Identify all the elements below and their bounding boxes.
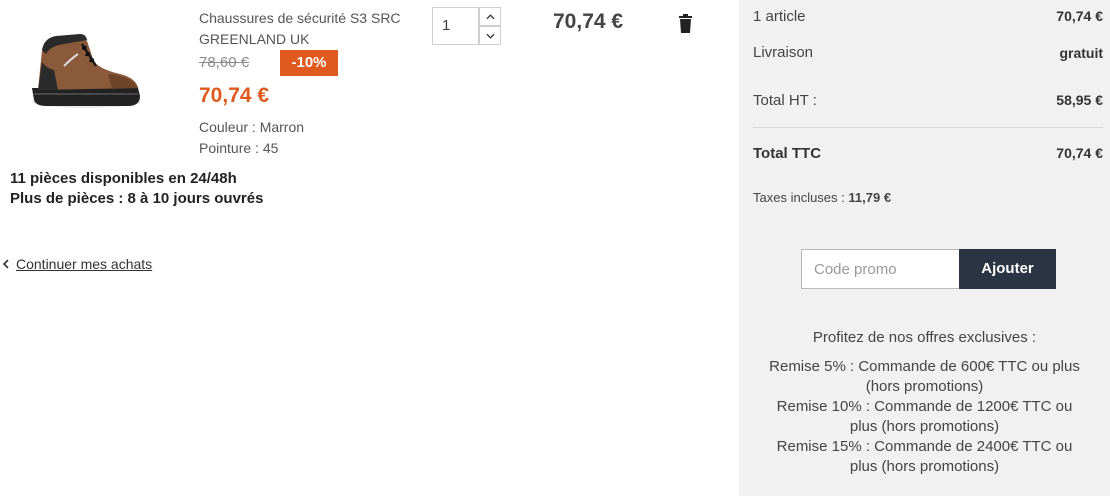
shipping-value: gratuit <box>1059 45 1103 61</box>
product-name[interactable]: Chaussures de sécurité S3 SRC GREENLAND … <box>199 8 419 50</box>
quantity-increase-button[interactable] <box>479 7 501 26</box>
add-promo-button[interactable]: Ajouter <box>959 249 1056 289</box>
promo-code-input[interactable] <box>801 249 960 289</box>
delete-item-button[interactable] <box>679 14 692 33</box>
chevron-left-icon <box>3 259 9 269</box>
taxes-label: Taxes incluses : <box>753 190 845 205</box>
offers-list: Remise 5% : Commande de 600€ TTC ou plus… <box>739 357 1110 477</box>
taxes-value: 11,79 € <box>848 190 892 205</box>
total-ttc-value: 70,74 € <box>1056 145 1103 161</box>
summary-divider <box>753 127 1103 128</box>
current-price: 70,74 € <box>199 84 270 107</box>
line-total: 70,74 € <box>553 10 624 33</box>
offer-line: Remise 5% : Commande de 600€ TTC ou plus <box>769 358 1080 375</box>
stock-availability: 11 pièces disponibles en 24/48h <box>10 170 237 187</box>
chevron-up-icon <box>485 13 495 19</box>
offer-line: Remise 15% : Commande de 2400€ TTC ou <box>776 438 1073 455</box>
total-ttc-label: Total TTC <box>753 145 822 162</box>
offer-line: (hors promotions) <box>865 378 984 395</box>
total-ht-value: 58,95 € <box>1056 92 1103 108</box>
offer-line: Remise 10% : Commande de 1200€ TTC ou <box>776 398 1073 415</box>
offers-title: Profitez de nos offres exclusives : <box>812 329 1037 346</box>
quantity-decrease-button[interactable] <box>479 26 501 45</box>
shipping-label: Livraison <box>753 44 814 61</box>
articles-label: 1 article <box>753 8 806 25</box>
stock-restock-delay: Plus de pièces : 8 à 10 jours ouvrés <box>10 190 264 207</box>
continue-shopping-link[interactable]: Continuer mes achats <box>3 256 152 272</box>
quantity-input[interactable]: 1 <box>432 7 479 45</box>
taxes-included: Taxes incluses : 11,79 € <box>753 190 891 205</box>
offer-line: plus (hors promotions) <box>849 418 1000 435</box>
continue-shopping-label: Continuer mes achats <box>16 256 153 272</box>
safety-boot-image <box>32 34 140 108</box>
color-attribute: Couleur : Marron <box>199 119 305 135</box>
discount-badge: -10% <box>280 50 338 76</box>
old-price: 78,60 € <box>199 54 250 71</box>
product-image[interactable] <box>24 10 146 128</box>
articles-value: 70,74 € <box>1056 8 1103 24</box>
trash-icon <box>679 14 692 33</box>
offer-line: plus (hors promotions) <box>849 458 1000 475</box>
chevron-down-icon <box>485 33 495 39</box>
total-ht-label: Total HT : <box>753 92 817 109</box>
size-attribute: Pointure : 45 <box>199 140 279 156</box>
